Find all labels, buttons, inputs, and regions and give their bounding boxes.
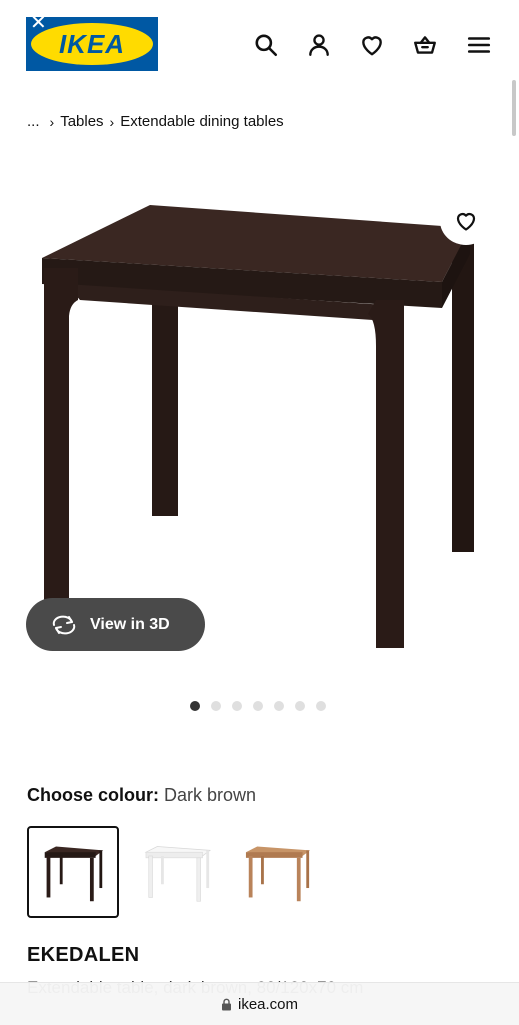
table-thumbnail — [245, 846, 311, 902]
colour-chooser-label: Choose colour: Dark brown — [27, 785, 256, 806]
breadcrumb-item-extendable-dining-tables[interactable]: Extendable dining tables — [120, 113, 283, 130]
view-in-3d-button[interactable]: View in 3D — [26, 598, 205, 651]
lock-icon — [221, 998, 231, 1010]
chevron-right-icon: › — [109, 113, 115, 130]
carousel-dot[interactable] — [190, 701, 200, 711]
carousel-dot[interactable] — [253, 701, 263, 711]
search-icon[interactable] — [251, 30, 281, 60]
table-thumbnail — [44, 846, 104, 902]
carousel-dot[interactable] — [316, 701, 326, 711]
heart-icon[interactable] — [357, 30, 387, 60]
view-in-3d-label: View in 3D — [90, 615, 170, 633]
product-name: EKEDALEN — [27, 944, 140, 966]
breadcrumb: ... › Tables › Extendable dining tables — [27, 113, 284, 130]
carousel-dot[interactable] — [274, 701, 284, 711]
scrollbar[interactable] — [512, 80, 516, 136]
profile-icon[interactable] — [304, 30, 334, 60]
colour-value: Dark brown — [164, 785, 257, 805]
carousel-dot[interactable] — [295, 701, 305, 711]
close-icon[interactable]: ✕ — [30, 10, 47, 35]
colour-swatch-white[interactable] — [132, 826, 224, 918]
colour-label: Choose colour: — [27, 785, 160, 805]
chevron-right-icon: › — [49, 113, 55, 130]
carousel-dots — [190, 701, 326, 711]
breadcrumb-ellipsis[interactable]: ... — [27, 113, 40, 130]
basket-icon[interactable] — [410, 30, 440, 60]
rotate-3d-icon — [52, 615, 76, 634]
table-thumbnail — [144, 846, 212, 902]
carousel-dot[interactable] — [211, 701, 221, 711]
colour-swatch-oak[interactable] — [232, 826, 324, 918]
menu-icon[interactable] — [464, 30, 494, 60]
add-to-favourites-button[interactable] — [440, 197, 492, 245]
carousel-dot[interactable] — [232, 701, 242, 711]
colour-swatch-dark-brown[interactable] — [27, 826, 119, 918]
breadcrumb-item-tables[interactable]: Tables — [60, 113, 103, 130]
heart-icon — [456, 212, 476, 231]
url-text: ikea.com — [237, 995, 299, 1013]
browser-address-bar[interactable]: ikea.com — [0, 982, 519, 1025]
